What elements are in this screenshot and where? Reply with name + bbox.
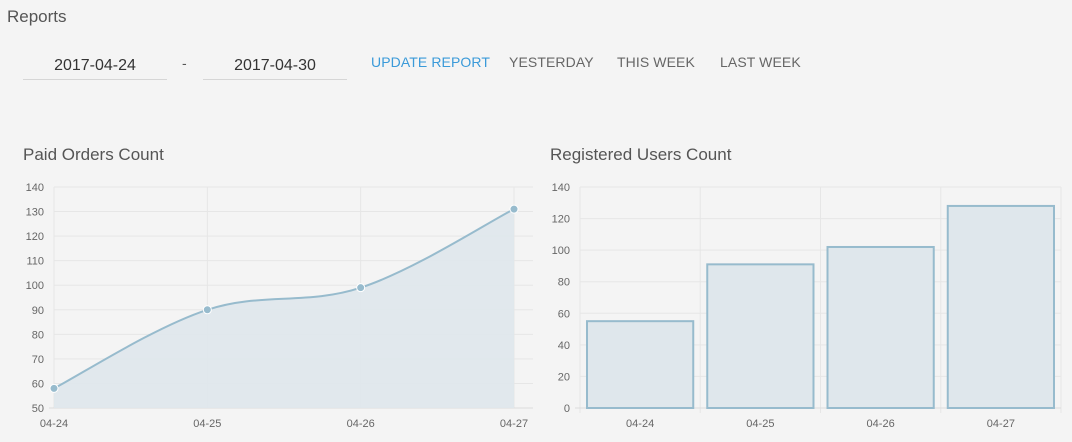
y-tick-label: 60 <box>558 308 570 320</box>
x-tick-label: 04-27 <box>500 418 528 430</box>
paid-orders-point <box>509 204 519 214</box>
x-tick-label: 04-25 <box>746 418 774 430</box>
y-tick-label: 50 <box>32 403 44 415</box>
paid-orders-chart-title: Paid Orders Count <box>23 145 164 164</box>
this-week-button[interactable]: THIS WEEK <box>617 54 695 70</box>
paid-orders-point <box>356 283 366 293</box>
end-date-input[interactable] <box>203 52 347 80</box>
y-tick-label: 120 <box>552 214 570 226</box>
y-tick-label: 0 <box>564 403 570 415</box>
y-tick-label: 60 <box>32 378 44 390</box>
yesterday-button[interactable]: YESTERDAY <box>509 54 594 70</box>
y-tick-label: 120 <box>26 231 44 243</box>
registered-users-chart: 0 20 40 60 80 100 120 140 04-24 04-25 04-26 04-27 <box>552 182 1062 430</box>
y-tick-label: 110 <box>26 256 44 268</box>
x-tick-label: 04-25 <box>193 418 221 430</box>
x-tick-label: 04-24 <box>40 418 68 430</box>
x-tick-label: 04-24 <box>626 418 654 430</box>
y-tick-label: 80 <box>32 329 44 341</box>
start-date-input[interactable] <box>23 52 167 80</box>
registered-users-bar <box>586 320 695 409</box>
paid-orders-area <box>54 209 514 408</box>
x-tick-label: 04-26 <box>347 418 375 430</box>
paid-orders-point <box>202 305 212 315</box>
y-tick-label: 70 <box>32 354 44 366</box>
y-tick-label: 40 <box>558 340 570 352</box>
x-tick-label: 04-27 <box>987 418 1015 430</box>
update-report-button[interactable]: UPDATE REPORT <box>371 54 490 70</box>
paid-orders-point <box>49 383 59 393</box>
registered-users-chart-title: Registered Users Count <box>550 145 732 164</box>
registered-users-bar <box>826 245 935 409</box>
date-range-separator: - <box>182 55 187 71</box>
y-tick-label: 90 <box>32 305 44 317</box>
y-tick-label: 140 <box>26 182 44 194</box>
y-tick-label: 80 <box>558 277 570 289</box>
registered-users-bar <box>946 204 1055 410</box>
page-title: Reports <box>7 7 67 26</box>
paid-orders-chart: 50 60 70 80 90 100 110 120 130 140 04-24 04-25 04-26… <box>26 182 533 430</box>
y-tick-label: 100 <box>26 280 44 292</box>
y-tick-label: 20 <box>558 371 570 383</box>
x-tick-label: 04-26 <box>867 418 895 430</box>
y-tick-label: 100 <box>552 245 570 257</box>
registered-users-bar <box>706 263 815 409</box>
last-week-button[interactable]: LAST WEEK <box>720 54 801 70</box>
y-tick-label: 140 <box>552 182 570 194</box>
y-tick-label: 130 <box>26 207 44 219</box>
